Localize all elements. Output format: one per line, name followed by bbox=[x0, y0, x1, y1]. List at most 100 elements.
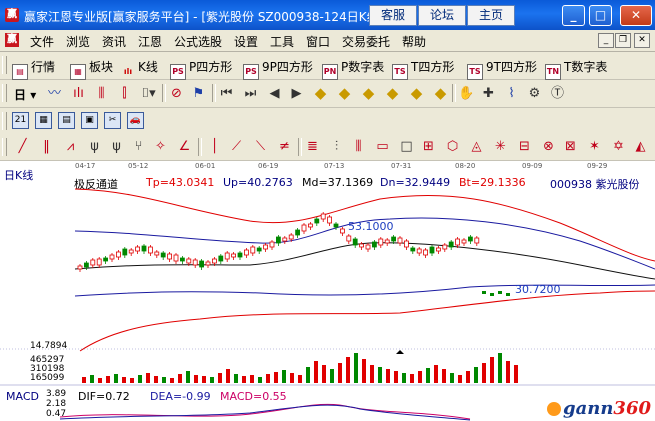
t-number-table-button[interactable]: TN T数字表 bbox=[545, 58, 607, 80]
crosshair-icon[interactable]: ✚ bbox=[480, 85, 497, 102]
box-icon[interactable]: ▭ bbox=[374, 138, 391, 155]
grid-lines-icon[interactable]: ≣ bbox=[304, 138, 321, 155]
kline-button[interactable]: ılı K线 bbox=[121, 58, 158, 79]
minimize-button[interactable]: _ bbox=[562, 5, 585, 26]
right-arrow-icon[interactable]: ▶ bbox=[288, 85, 305, 102]
vertical-line-icon[interactable]: │ bbox=[206, 138, 223, 155]
diamond-right-icon[interactable]: ◆ bbox=[384, 85, 401, 102]
diagonal-line-icon[interactable]: ╱ bbox=[14, 138, 31, 155]
vertical-lines-icon[interactable]: ‖ bbox=[38, 138, 55, 155]
first-icon[interactable]: ⏮ bbox=[218, 85, 235, 102]
candlestick-icon[interactable]: ⫼ bbox=[93, 85, 110, 102]
candle bbox=[147, 246, 153, 254]
gear-icon[interactable]: ⚙ bbox=[526, 85, 543, 102]
candle bbox=[167, 253, 173, 260]
customer-service-button[interactable]: 客服 bbox=[369, 5, 417, 26]
toolbar-grip[interactable] bbox=[2, 84, 7, 102]
angle-icon[interactable]: ∠ bbox=[176, 138, 193, 155]
clear-icon[interactable]: ⊘ bbox=[168, 85, 185, 102]
line-type-dropdown[interactable]: ⌷▾ bbox=[140, 85, 157, 102]
volume-series bbox=[82, 353, 518, 383]
diamond-left-icon[interactable]: ◆ bbox=[360, 85, 377, 102]
menu-help[interactable]: 帮助 bbox=[402, 33, 426, 50]
candle bbox=[250, 246, 256, 254]
cut-icon[interactable]: ✂ bbox=[104, 112, 121, 129]
notepad-icon[interactable]: ▤ bbox=[58, 112, 75, 129]
car-icon[interactable]: 🚗 bbox=[127, 112, 144, 129]
triangle-icon[interactable]: ◬ bbox=[468, 138, 485, 155]
fibonacci-icon[interactable]: ⫼ bbox=[350, 138, 367, 155]
bar-chart-icon[interactable]: ılı bbox=[70, 85, 87, 102]
last-icon[interactable]: ⏭ bbox=[242, 85, 259, 102]
diamond-up-icon[interactable]: ◆ bbox=[312, 85, 329, 102]
hexagram-icon[interactable]: ✡ bbox=[610, 138, 627, 155]
menu-gann[interactable]: 江恩 bbox=[138, 33, 162, 50]
title-bar: 赢 赢家江恩专业版[赢家服务平台] - [紫光股份 SZ000938-124日K… bbox=[0, 0, 655, 30]
left-arrow-icon[interactable]: ◀ bbox=[266, 85, 283, 102]
square-of-nine-icon[interactable]: ⊠ bbox=[562, 138, 579, 155]
triangle-grid-icon[interactable]: ◭ bbox=[632, 138, 649, 155]
hand-icon[interactable]: ✋ bbox=[458, 85, 475, 102]
candle bbox=[237, 252, 243, 258]
separator bbox=[212, 84, 216, 102]
diamond-shrink-icon[interactable]: ◆ bbox=[432, 85, 449, 102]
trend-line-icon[interactable]: ⌇ bbox=[503, 85, 520, 102]
mdi-restore-button[interactable]: ❐ bbox=[615, 33, 631, 48]
menu-trade[interactable]: 交易委托 bbox=[342, 33, 390, 50]
fork-icon[interactable]: ⑂ bbox=[130, 138, 147, 155]
forum-button[interactable]: 论坛 bbox=[418, 5, 466, 26]
candle bbox=[498, 291, 502, 294]
menu-formula-picker[interactable]: 公式选股 bbox=[174, 33, 222, 50]
menu-news[interactable]: 资讯 bbox=[102, 33, 126, 50]
toolbar-grip[interactable] bbox=[2, 138, 7, 156]
sector-button[interactable]: ▦ 板块 bbox=[70, 58, 113, 80]
wheel-icon[interactable]: ✳ bbox=[492, 138, 509, 155]
curve-icon[interactable]: 〰 bbox=[46, 85, 63, 102]
save-icon[interactable]: ▣ bbox=[81, 112, 98, 129]
app-menu-icon[interactable]: 赢 bbox=[5, 33, 19, 47]
menu-file[interactable]: 文件 bbox=[30, 33, 54, 50]
toolbar-grip[interactable] bbox=[2, 56, 7, 74]
circle-grid-icon[interactable]: ⊗ bbox=[540, 138, 557, 155]
calendar-icon[interactable]: 21 bbox=[12, 112, 29, 129]
candle bbox=[391, 236, 397, 242]
quote-button[interactable]: ▤ 行情 bbox=[12, 58, 55, 80]
p-number-table-button[interactable]: PN P数字表 bbox=[322, 58, 384, 80]
toolbar-grip[interactable] bbox=[2, 112, 7, 130]
speed-lines-icon[interactable]: ≠ bbox=[276, 138, 293, 155]
homepage-button[interactable]: 主页 bbox=[467, 5, 515, 26]
9p-square-button[interactable]: PS 9P四方形 bbox=[243, 58, 313, 80]
calculator-icon[interactable]: ▦ bbox=[35, 112, 52, 129]
pitchfork-icon[interactable]: ψ bbox=[86, 138, 103, 155]
p-square-button[interactable]: PS P四方形 bbox=[170, 58, 232, 80]
pitchfork-alt-icon[interactable]: ψ bbox=[108, 138, 125, 155]
square-icon[interactable]: □ bbox=[398, 138, 415, 155]
candle bbox=[410, 247, 416, 252]
flag-icon[interactable]: ⚑ bbox=[190, 85, 207, 102]
diamond-expand-icon[interactable]: ◆ bbox=[408, 85, 425, 102]
mdi-minimize-button[interactable]: _ bbox=[598, 33, 614, 48]
menu-tools[interactable]: 工具 bbox=[270, 33, 294, 50]
gann-fan-down-icon[interactable]: ⟍ bbox=[252, 138, 269, 155]
square-grid-icon[interactable]: ⊟ bbox=[516, 138, 533, 155]
menu-settings[interactable]: 设置 bbox=[234, 33, 258, 50]
star-icon[interactable]: ✶ bbox=[586, 138, 603, 155]
ohlc-icon[interactable]: ⫿ bbox=[116, 85, 133, 102]
9t-square-button[interactable]: TS 9T四方形 bbox=[467, 58, 537, 80]
close-button[interactable]: ✕ bbox=[620, 5, 652, 26]
mdi-close-button[interactable]: ✕ bbox=[634, 33, 650, 48]
hexagon-icon[interactable]: ⬡ bbox=[444, 138, 461, 155]
menu-window[interactable]: 窗口 bbox=[306, 33, 330, 50]
grid-icon[interactable]: ⊞ bbox=[420, 138, 437, 155]
time-cycle-icon[interactable]: ⫶ bbox=[328, 138, 345, 155]
period-dropdown[interactable]: 日 ▾ bbox=[14, 86, 36, 103]
text-icon[interactable]: Ⓣ bbox=[549, 85, 566, 102]
zigzag-icon[interactable]: ⩘ bbox=[62, 138, 79, 155]
maximize-button[interactable]: □ bbox=[589, 5, 612, 26]
menu-browse[interactable]: 浏览 bbox=[66, 33, 90, 50]
t-square-button[interactable]: TS T四方形 bbox=[392, 58, 454, 80]
kline-chart[interactable]: 04-17 05-12 06-01 06-19 07-13 07-31 08-2… bbox=[0, 161, 655, 421]
gann-fan-icon[interactable]: ⟋ bbox=[228, 138, 245, 155]
fan-icon[interactable]: ✧ bbox=[152, 138, 169, 155]
diamond-down-icon[interactable]: ◆ bbox=[336, 85, 353, 102]
